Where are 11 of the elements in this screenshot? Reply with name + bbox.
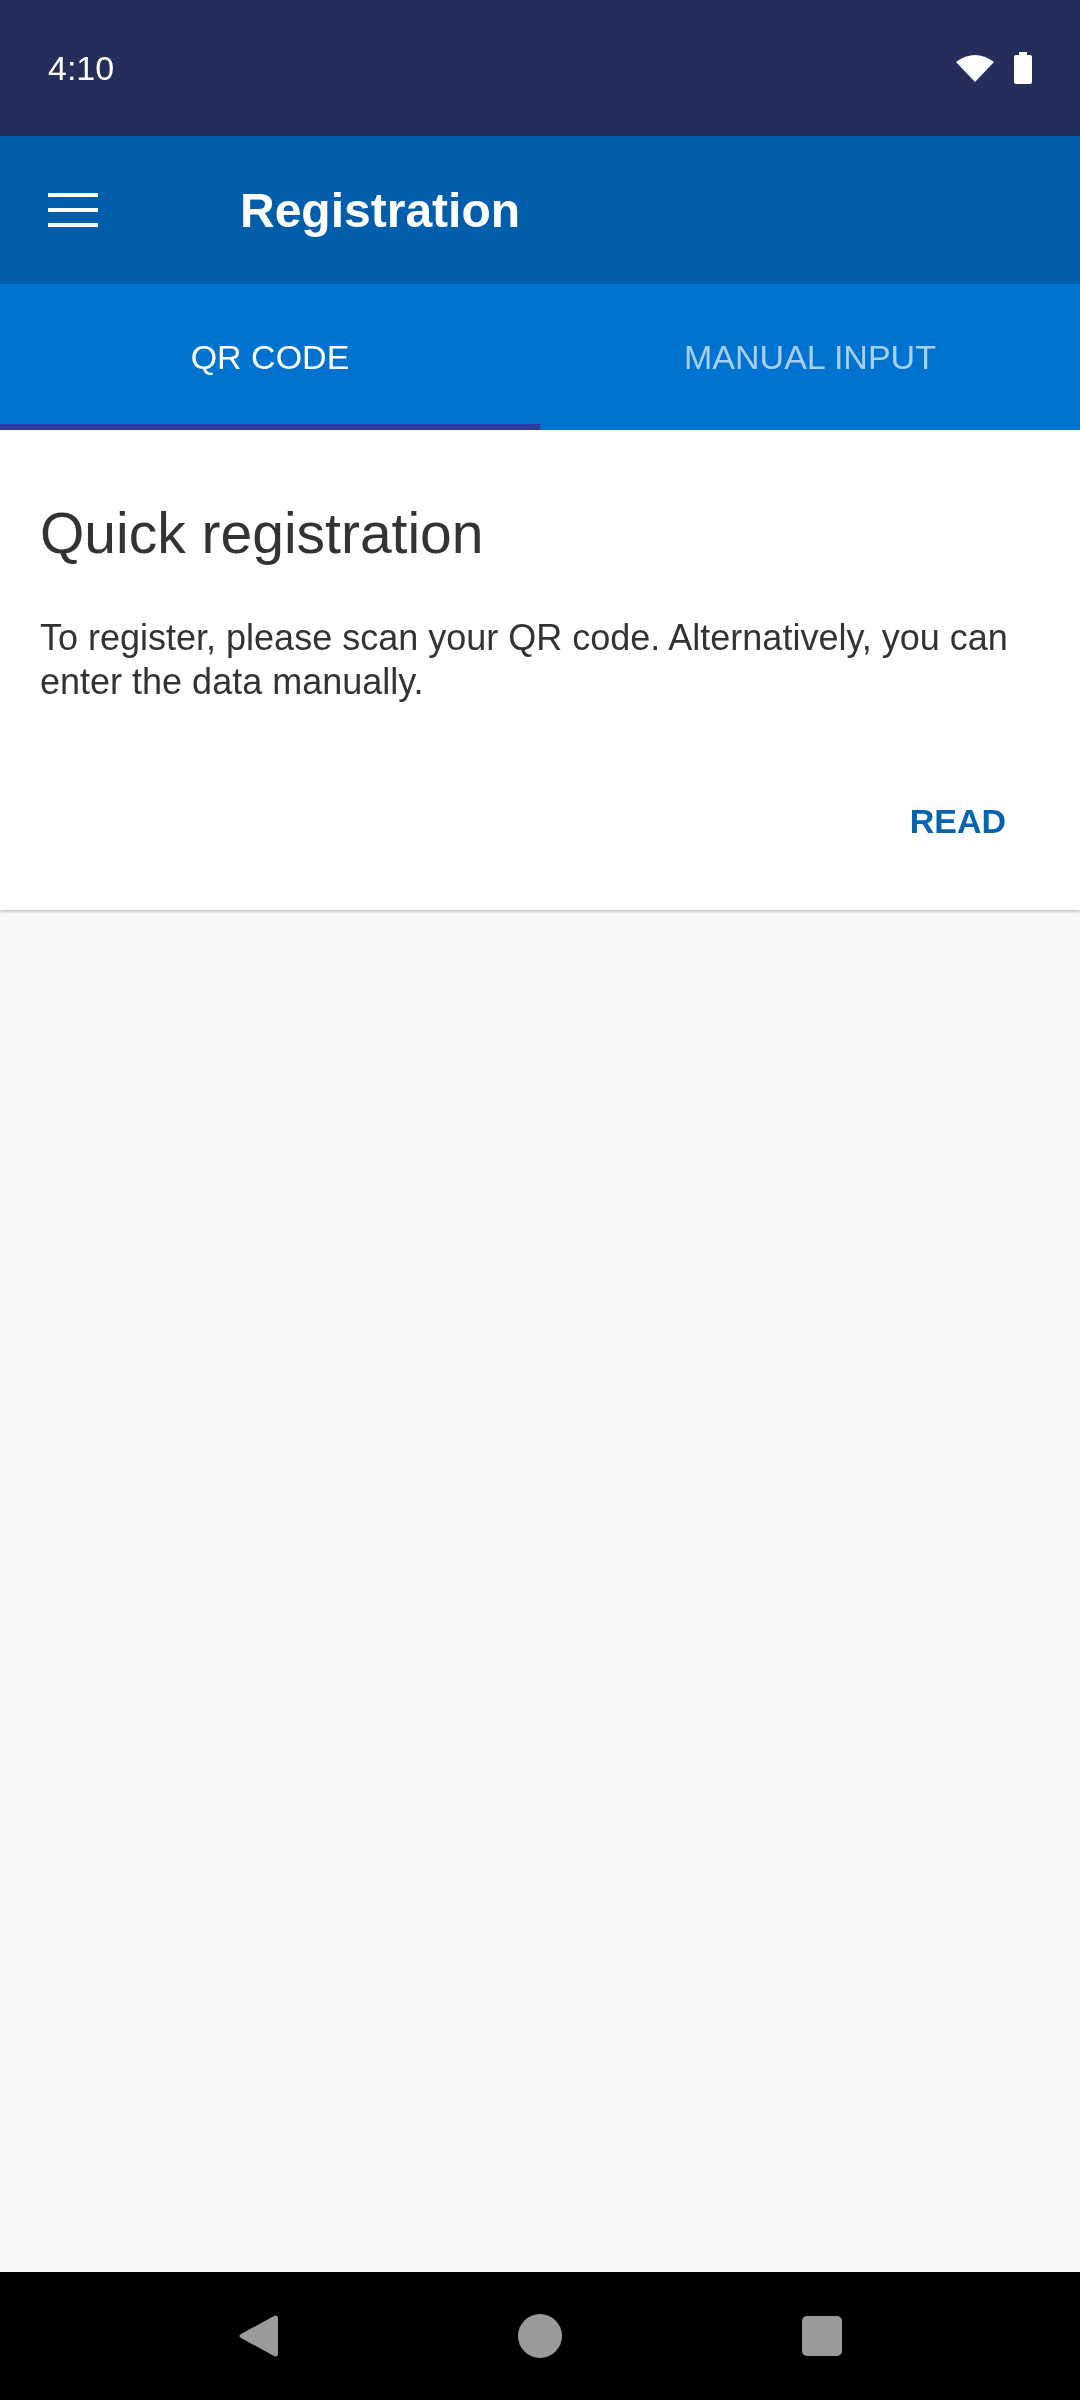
card-text: To register, please scan your QR code. Alternatively, you can enter the data manually. <box>40 616 1009 704</box>
status-time: 4:10 <box>48 48 115 88</box>
card-title: Quick registration <box>40 500 485 567</box>
menu-icon[interactable] <box>48 193 98 227</box>
tab[interactable]: MANUAL INPUT <box>540 284 1080 430</box>
back-icon[interactable] <box>238 2314 278 2358</box>
read-button[interactable]: READ <box>885 788 1030 855</box>
app-bar-title: Registration <box>240 182 521 238</box>
wifi-icon <box>956 54 994 82</box>
battery-icon <box>1014 52 1032 84</box>
home-icon[interactable] <box>518 2314 562 2358</box>
